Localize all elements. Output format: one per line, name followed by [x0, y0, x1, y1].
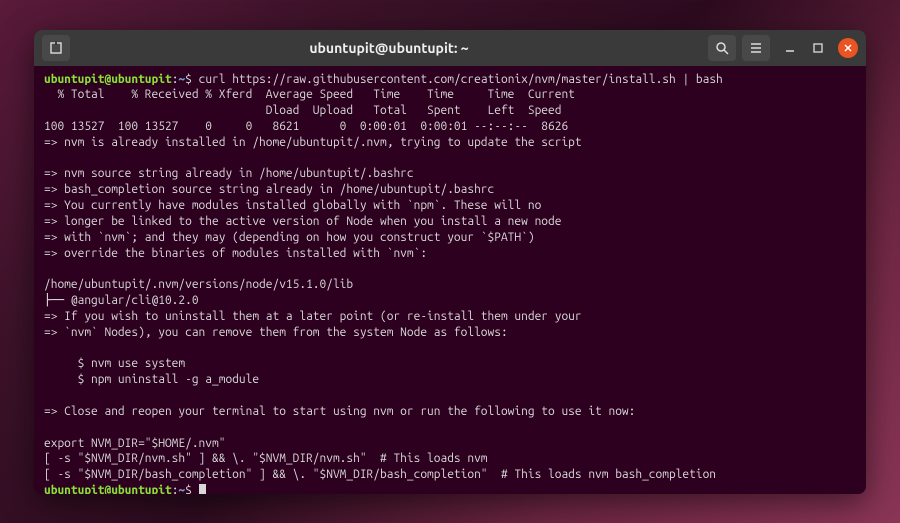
new-tab-button[interactable]	[42, 35, 70, 61]
output-line: => nvm is already installed in /home/ubu…	[44, 136, 582, 149]
output-line: 100 13527 100 13527 0 0 8621 0 0:00:01 0…	[44, 120, 568, 133]
output-line: $ npm uninstall -g a_module	[44, 373, 259, 386]
hamburger-icon	[749, 41, 763, 55]
output-line: [ -s "$NVM_DIR/nvm.sh" ] && \. "$NVM_DIR…	[44, 452, 488, 465]
output-line: => bash_completion source string already…	[44, 183, 494, 196]
prompt-dollar: $	[185, 484, 198, 493]
output-line: => Close and reopen your terminal to sta…	[44, 405, 635, 418]
output-line: export NVM_DIR="$HOME/.nvm"	[44, 437, 225, 450]
prompt-dollar: $	[185, 73, 198, 86]
command-text: curl https://raw.githubusercontent.com/c…	[199, 73, 723, 86]
output-line: => You currently have modules installed …	[44, 199, 541, 212]
output-line: => If you wish to uninstall them at a la…	[44, 310, 582, 323]
new-tab-icon	[49, 41, 63, 55]
prompt-user-host: ubuntupit@ubuntupit	[44, 484, 172, 493]
output-line: Dload Upload Total Spent Left Speed	[44, 104, 561, 117]
output-line: ├── @angular/cli@10.2.0	[44, 294, 199, 307]
window-title: ubuntupit@ubuntupit: ~	[76, 40, 702, 56]
output-line: => longer be linked to the active versio…	[44, 215, 561, 228]
output-line: % Total % Received % Xferd Average Speed…	[44, 88, 575, 101]
search-button[interactable]	[708, 35, 736, 61]
close-button[interactable]	[838, 38, 858, 58]
cursor	[199, 484, 206, 493]
output-line: => nvm source string already in /home/ub…	[44, 167, 414, 180]
output-line: => `nvm` Nodes), you can remove them fro…	[44, 326, 508, 339]
menu-button[interactable]	[742, 35, 770, 61]
terminal-window: ubuntupit@ubuntupit: ~ ubuntupit@ubuntup…	[34, 30, 866, 494]
output-line: => override the binaries of modules inst…	[44, 247, 427, 260]
maximize-button[interactable]	[810, 40, 826, 56]
search-icon	[715, 41, 729, 55]
minimize-icon	[784, 42, 796, 54]
prompt-user-host: ubuntupit@ubuntupit	[44, 73, 172, 86]
minimize-button[interactable]	[782, 40, 798, 56]
titlebar: ubuntupit@ubuntupit: ~	[34, 30, 866, 66]
terminal-body[interactable]: ubuntupit@ubuntupit:~$ curl https://raw.…	[34, 66, 866, 494]
output-line: /home/ubuntupit/.nvm/versions/node/v15.1…	[44, 278, 353, 291]
close-icon	[843, 43, 853, 53]
output-line: $ nvm use system	[44, 357, 185, 370]
output-line: => with `nvm`; and they may (depending o…	[44, 231, 535, 244]
maximize-icon	[812, 42, 824, 54]
output-line: [ -s "$NVM_DIR/bash_completion" ] && \. …	[44, 468, 716, 481]
window-controls	[782, 38, 858, 58]
